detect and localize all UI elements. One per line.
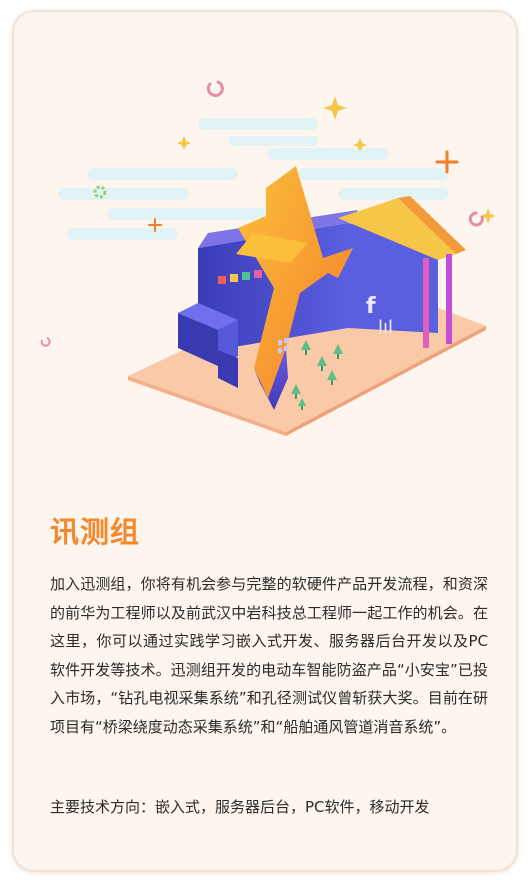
team-title: 讯测组: [50, 515, 141, 549]
team-description: 加入迅测组，你将有机会参与完整的软硬件产品开发流程，和资深的前华为工程师以及前武…: [50, 575, 488, 736]
svg-text:lıl: lıl: [378, 317, 393, 338]
team-card: f lıl 讯测组 加入迅测组，你将有机会参与完整的软硬件产品开发流程，和资深的…: [12, 10, 518, 872]
tech-focus: 主要技术方向：嵌入式，服务器后台，PC软件，移动开发: [50, 798, 430, 816]
svg-text:f: f: [366, 294, 376, 319]
x-building-illustration: f lıl: [40, 80, 496, 436]
